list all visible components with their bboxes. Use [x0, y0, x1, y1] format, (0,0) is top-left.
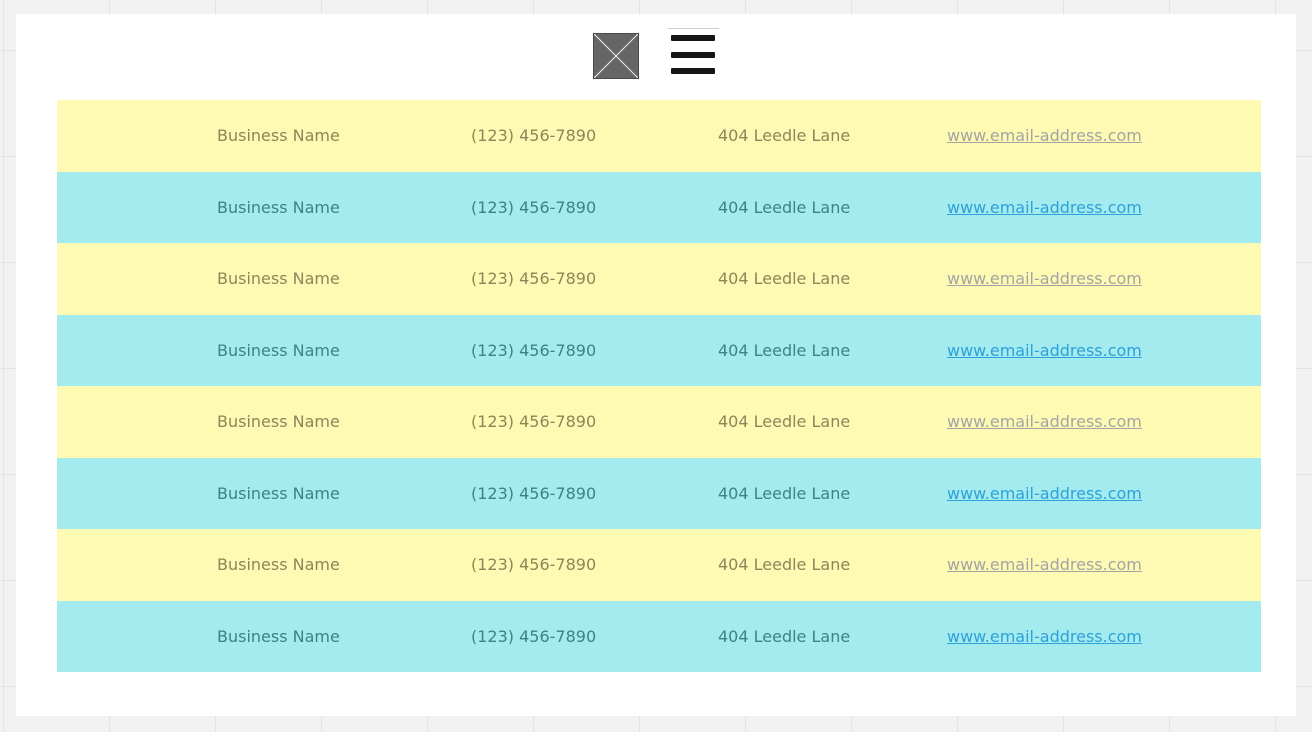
address: 404 Leedle Lane — [718, 483, 851, 503]
address: 404 Leedle Lane — [718, 269, 851, 288]
image-placeholder-icon[interactable] — [593, 33, 639, 79]
menu-bar-middle — [671, 52, 715, 58]
business-name: Business Name — [217, 340, 340, 360]
phone-number: (123) 456-7890 — [471, 269, 597, 288]
table-row: Business Name (123) 456-7890 404 Leedle … — [57, 529, 1261, 601]
address: 404 Leedle Lane — [718, 626, 851, 646]
website-link[interactable]: www.email-address.com — [947, 243, 1142, 315]
phone-number: (123) 456-7890 — [471, 555, 597, 574]
phone-number: (123) 456-7890 — [471, 483, 597, 503]
business-name: Business Name — [217, 269, 340, 288]
table-row: Business Name (123) 456-7890 404 Leedle … — [57, 457, 1261, 530]
table-row: Business Name (123) 456-7890 404 Leedle … — [57, 171, 1261, 244]
image-placeholder-cross — [594, 34, 638, 78]
business-name: Business Name — [217, 626, 340, 646]
menu-bar-bottom — [671, 68, 715, 74]
website-link[interactable]: www.email-address.com — [947, 315, 1142, 387]
phone-number: (123) 456-7890 — [471, 126, 597, 145]
menu-bar-top — [671, 35, 715, 41]
business-name: Business Name — [217, 126, 340, 145]
business-name: Business Name — [217, 555, 340, 574]
business-name: Business Name — [217, 483, 340, 503]
website-link[interactable]: www.email-address.com — [947, 529, 1142, 601]
address: 404 Leedle Lane — [718, 197, 851, 217]
table-row: Business Name (123) 456-7890 404 Leedle … — [57, 600, 1261, 673]
business-name: Business Name — [217, 197, 340, 217]
business-name: Business Name — [217, 412, 340, 431]
wireframe-canvas: Business Name (123) 456-7890 404 Leedle … — [16, 14, 1296, 716]
website-link[interactable]: www.email-address.com — [947, 601, 1142, 673]
header-icons — [16, 14, 1296, 100]
website-link[interactable]: www.email-address.com — [947, 172, 1142, 244]
address: 404 Leedle Lane — [718, 126, 851, 145]
phone-number: (123) 456-7890 — [471, 340, 597, 360]
table-row: Business Name (123) 456-7890 404 Leedle … — [57, 386, 1261, 458]
table-row: Business Name (123) 456-7890 404 Leedle … — [57, 243, 1261, 315]
table-row: Business Name (123) 456-7890 404 Leedle … — [57, 314, 1261, 387]
phone-number: (123) 456-7890 — [471, 197, 597, 217]
website-link[interactable]: www.email-address.com — [947, 458, 1142, 530]
address: 404 Leedle Lane — [718, 340, 851, 360]
phone-number: (123) 456-7890 — [471, 626, 597, 646]
table-row: Business Name (123) 456-7890 404 Leedle … — [57, 100, 1261, 172]
hamburger-menu-icon[interactable] — [668, 28, 719, 77]
address: 404 Leedle Lane — [718, 555, 851, 574]
address: 404 Leedle Lane — [718, 412, 851, 431]
website-link[interactable]: www.email-address.com — [947, 386, 1142, 458]
business-table: Business Name (123) 456-7890 404 Leedle … — [57, 100, 1261, 672]
phone-number: (123) 456-7890 — [471, 412, 597, 431]
website-link[interactable]: www.email-address.com — [947, 100, 1142, 172]
